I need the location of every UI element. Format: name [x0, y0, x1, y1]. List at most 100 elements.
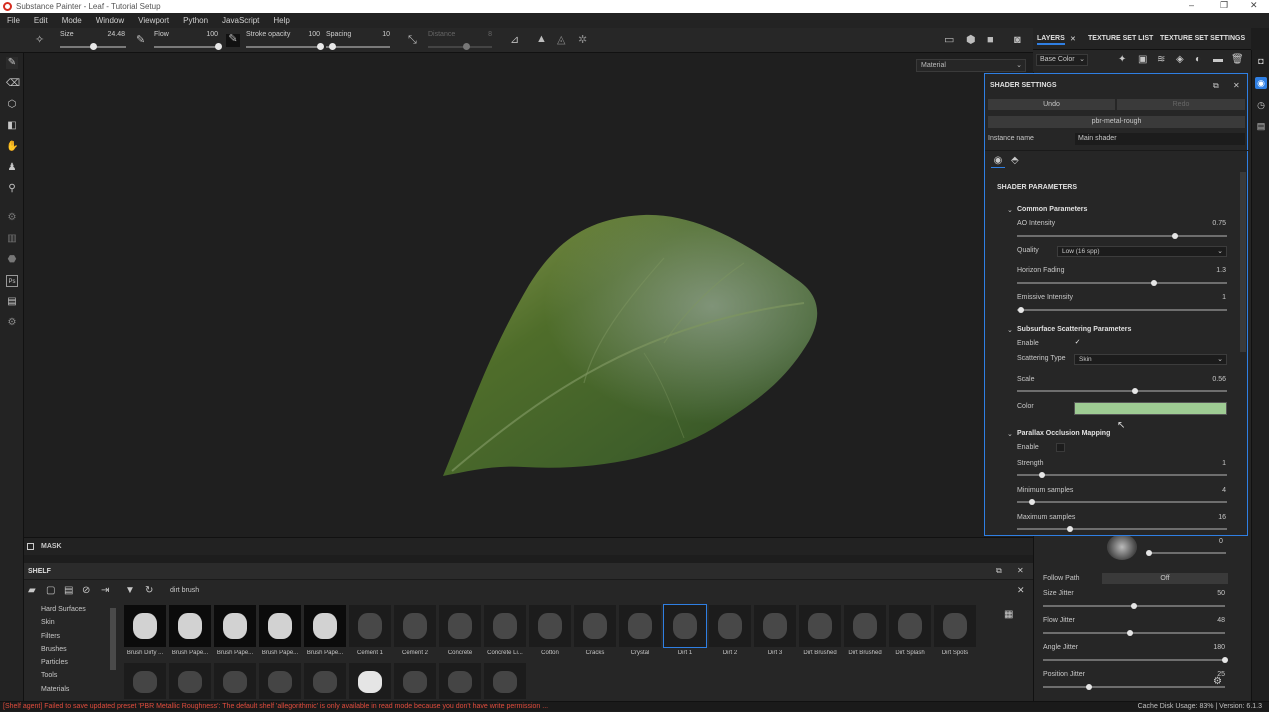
shelf-item-thumbnail[interactable]	[304, 663, 346, 699]
chevron-down-icon[interactable]: ⌄	[1007, 206, 1013, 214]
category-scrollbar[interactable]	[110, 608, 116, 670]
menu-viewport[interactable]: Viewport	[138, 16, 169, 25]
emissive-intensity-value[interactable]: 1	[1186, 294, 1226, 301]
undo-button[interactable]: Undo	[988, 99, 1115, 110]
menu-mode[interactable]: Mode	[62, 16, 82, 25]
folder-icon[interactable]: ▰	[28, 585, 36, 596]
jitter-slider[interactable]	[1043, 630, 1225, 636]
shelf-category-tools[interactable]: Tools	[24, 669, 118, 682]
shader-scrollbar[interactable]	[1240, 172, 1246, 352]
horizon-fading-value[interactable]: 1.3	[1186, 267, 1226, 274]
display-settings-icon[interactable]: ◘	[1255, 55, 1267, 67]
shelf-item-thumbnail[interactable]	[169, 663, 211, 699]
grid-view-icon[interactable]: ▦	[1004, 609, 1013, 620]
jitter-slider-knob[interactable]	[1131, 603, 1137, 609]
menu-file[interactable]: File	[7, 16, 20, 25]
shelf-item-thumbnail[interactable]	[844, 605, 886, 647]
shelf-item-thumbnail[interactable]	[214, 663, 256, 699]
shelf-item-thumbnail[interactable]	[529, 605, 571, 647]
shelf-category-materials[interactable]: Materials	[24, 683, 118, 696]
menu-python[interactable]: Python	[183, 16, 208, 25]
add-folder-icon[interactable]: ▬	[1213, 54, 1223, 65]
viewport-3d[interactable]	[24, 53, 1033, 537]
shelf-item-thumbnail[interactable]	[484, 663, 526, 699]
display-mode-icon[interactable]: ⬢	[966, 35, 976, 46]
jitter-value[interactable]: 50	[1185, 590, 1225, 597]
angle-slider-knob[interactable]	[1146, 550, 1152, 556]
mask-icon[interactable]	[27, 543, 34, 550]
document-icon[interactable]: ▤	[6, 296, 18, 308]
shelf-item-thumbnail[interactable]	[349, 605, 391, 647]
angle-dial[interactable]	[1107, 534, 1137, 560]
shelf-item-thumbnail[interactable]	[799, 605, 841, 647]
shader-tab-icon[interactable]: ◉	[991, 155, 1005, 168]
min-samples-slider[interactable]	[1017, 499, 1227, 505]
material-mode-dropdown[interactable]: Material ⌄	[916, 59, 1026, 72]
channel-dropdown[interactable]: Base Color ⌄	[1036, 54, 1088, 66]
jitter-value[interactable]: 180	[1185, 644, 1225, 651]
video-camera-icon[interactable]: ■	[987, 35, 994, 46]
symmetry-icon[interactable]: ✧	[35, 35, 44, 46]
undock-icon[interactable]: ⧉	[996, 566, 1002, 576]
settings-gear-icon[interactable]: ⚙	[1213, 676, 1222, 687]
max-samples-knob[interactable]	[1066, 526, 1073, 532]
close-window-icon[interactable]: ✕	[1250, 0, 1258, 11]
lazy-mouse-icon[interactable]: ⤡	[408, 35, 417, 46]
shelf-item-thumbnail[interactable]	[124, 605, 166, 647]
max-samples-value[interactable]: 16	[1186, 514, 1226, 521]
geometry-mask-icon[interactable]: ◧	[6, 120, 18, 132]
strength-slider[interactable]	[1017, 472, 1227, 478]
emissive-intensity-slider[interactable]	[1017, 307, 1227, 313]
flow-slider[interactable]	[154, 43, 222, 50]
fill-layer-icon[interactable]: ◈	[1176, 54, 1184, 65]
angle-slider[interactable]	[1146, 550, 1226, 556]
chevron-down-icon[interactable]: ⌄	[1007, 430, 1013, 438]
hide-icon[interactable]: ⊘	[82, 585, 90, 596]
max-samples-slider[interactable]	[1017, 526, 1227, 532]
polygon-fill-icon[interactable]: ⬣	[6, 254, 18, 266]
shelf-item-thumbnail[interactable]	[484, 605, 526, 647]
tab-close-icon[interactable]: ✕	[1070, 35, 1076, 43]
ao-intensity-slider[interactable]	[1017, 233, 1227, 239]
leaf-mesh[interactable]	[24, 53, 1033, 537]
tab-texture-set-list[interactable]: TEXTURE SET LIST	[1088, 35, 1153, 42]
size-slider-knob[interactable]	[90, 43, 97, 50]
horizon-fading-knob[interactable]	[1150, 280, 1157, 286]
symmetry-mirror-icon[interactable]: ▲	[536, 34, 547, 45]
history-icon[interactable]: ◷	[1255, 99, 1267, 111]
close-shelf-icon[interactable]: ✕	[1017, 566, 1024, 575]
shelf-item-thumbnail[interactable]	[349, 663, 391, 699]
log-icon[interactable]: ▤	[1255, 120, 1267, 132]
spacing-knob[interactable]	[329, 43, 337, 50]
screenshot-icon[interactable]: ◙	[1014, 35, 1021, 46]
shelf-item-thumbnail[interactable]	[889, 605, 931, 647]
fill-icon[interactable]: ▥	[6, 233, 18, 245]
menu-javascript[interactable]: JavaScript	[222, 16, 259, 25]
layer-stack-icon[interactable]: ≋	[1157, 54, 1165, 65]
jitter-slider-knob[interactable]	[1085, 684, 1092, 690]
quality-dropdown[interactable]: Low (16 spp) ⌄	[1057, 246, 1227, 257]
scale-knob[interactable]	[1131, 388, 1138, 394]
shelf-item-thumbnail[interactable]	[259, 663, 301, 699]
material-tab-icon[interactable]: ⬘	[1011, 155, 1019, 166]
eraser-icon[interactable]: ⌫	[6, 78, 20, 90]
follow-path-toggle[interactable]: Off	[1102, 573, 1228, 584]
sss-enable-checkbox[interactable]: ✓	[1073, 339, 1082, 348]
smudge-icon[interactable]: ✋	[6, 141, 18, 153]
minimize-icon[interactable]: –	[1189, 0, 1194, 10]
camera-frame-icon[interactable]: ▭	[944, 35, 954, 46]
refresh-icon[interactable]: ↻	[145, 585, 153, 596]
shelf-item-thumbnail[interactable]	[394, 605, 436, 647]
color-picker-icon[interactable]: ⚲	[6, 183, 18, 195]
jitter-slider-knob[interactable]	[1127, 630, 1134, 636]
redo-button[interactable]: Redo	[1117, 99, 1245, 110]
spacing-slider[interactable]	[326, 43, 390, 50]
stroke-opacity-knob[interactable]	[317, 43, 324, 50]
size-slider[interactable]	[60, 43, 126, 50]
horizon-fading-slider[interactable]	[1017, 280, 1227, 286]
scale-value[interactable]: 0.56	[1186, 376, 1226, 383]
shelf-item-thumbnail[interactable]	[259, 605, 301, 647]
shelf-category-brushes[interactable]: Brushes	[24, 643, 118, 656]
new-preset-icon[interactable]: ▢	[46, 585, 55, 596]
jitter-slider[interactable]	[1043, 684, 1225, 690]
